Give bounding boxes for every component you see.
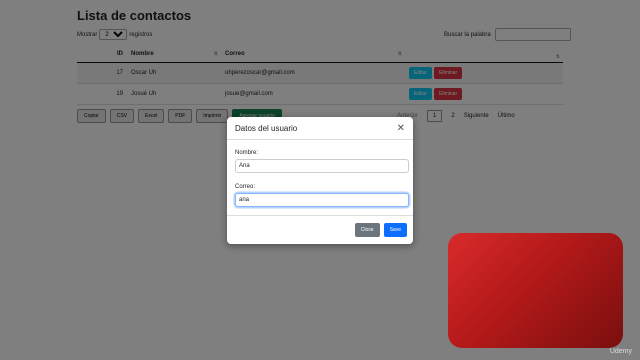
modal-title: Datos del usuario (235, 123, 298, 133)
save-button[interactable]: Save (383, 223, 407, 237)
modal-header: Datos del usuario ✕ (227, 117, 413, 140)
user-modal: Datos del usuario ✕ Nombre: Ana Correo: … (227, 117, 413, 244)
name-field[interactable]: Ana (235, 159, 409, 173)
close-button[interactable]: Close (354, 223, 380, 237)
close-icon[interactable]: ✕ (397, 123, 405, 134)
webcam-overlay (448, 233, 623, 348)
watermark: Udemy (609, 348, 632, 355)
email-label: Correo: (235, 184, 256, 190)
email-field[interactable]: ana (235, 193, 409, 207)
modal-footer: Close Save (227, 215, 413, 244)
modal-body: Nombre: Ana Correo: ana (227, 140, 413, 213)
name-label: Nombre: (235, 150, 259, 156)
